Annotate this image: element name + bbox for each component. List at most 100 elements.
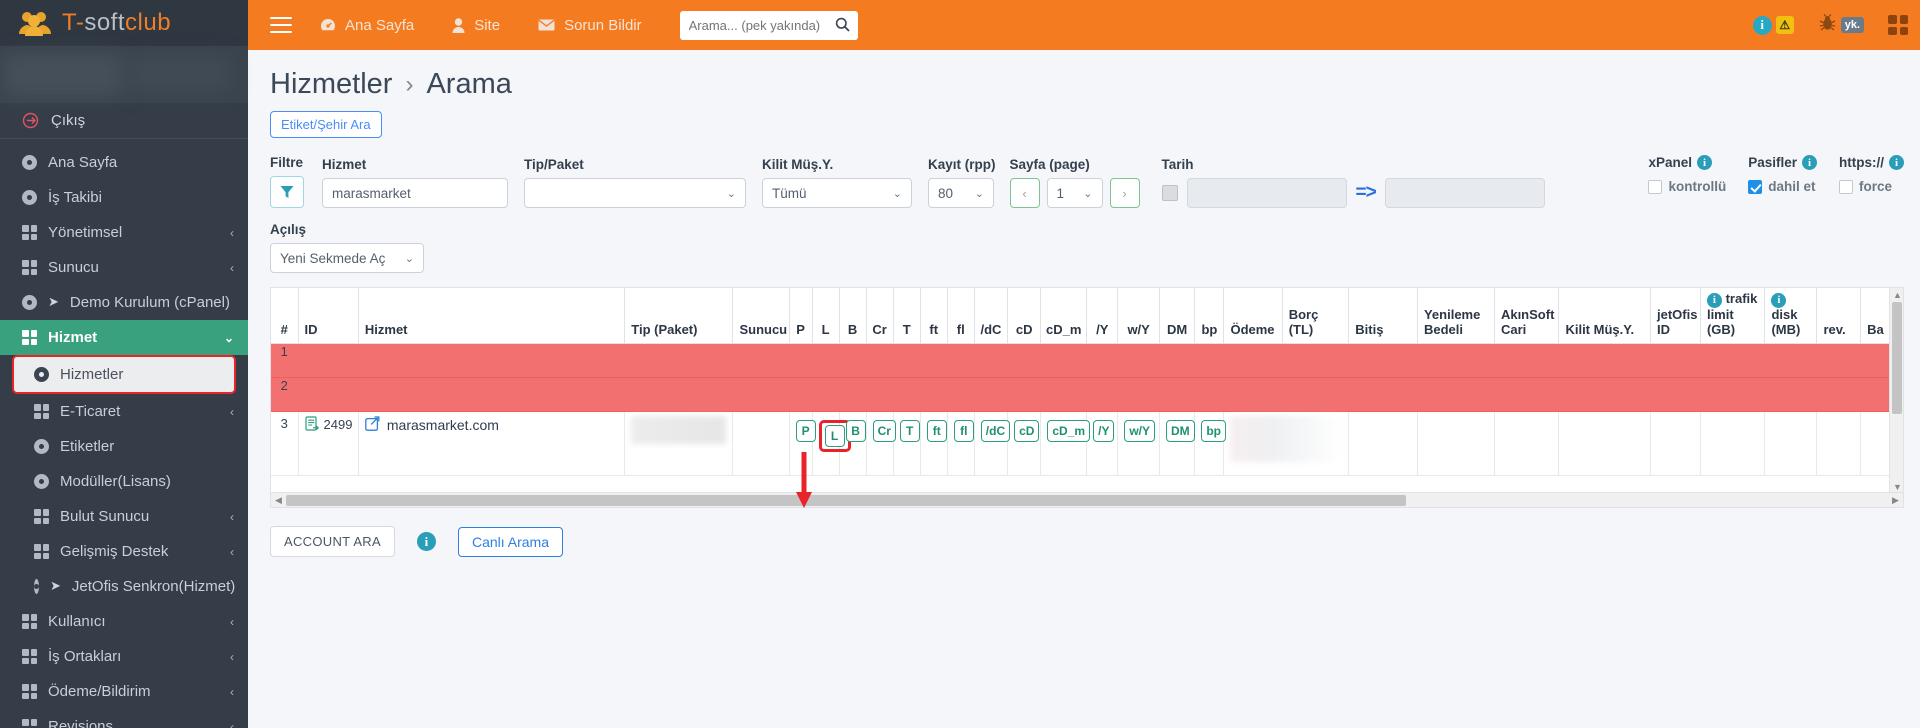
column-header[interactable]: Ödeme (1223, 288, 1283, 344)
acilis-select[interactable]: Yeni Sekmede Aç ⌄ (270, 243, 424, 273)
column-header[interactable]: bp (1194, 288, 1225, 344)
tag-button-Y[interactable]: /Y (1093, 419, 1115, 442)
row-tag-cell[interactable]: cD_m (1040, 411, 1091, 476)
yk-badge[interactable]: yk. (1840, 17, 1864, 33)
date-enable-checkbox[interactable] (1161, 185, 1178, 201)
tag-button-P[interactable]: P (795, 419, 816, 442)
column-header[interactable]: T (893, 288, 921, 344)
sidebar-item-etiketler[interactable]: Etiketler (0, 429, 248, 464)
sidebar-item-revisions[interactable]: Revisions ‹ (0, 709, 248, 728)
info-icon[interactable]: i (1889, 155, 1904, 170)
search-input[interactable] (679, 10, 858, 40)
vscroll-thumb[interactable] (1892, 302, 1902, 414)
checkbox[interactable] (1648, 179, 1663, 194)
column-header[interactable]: Bitiş (1348, 288, 1418, 344)
sidebar-item-i-ortaklar[interactable]: İş Ortakları ‹ (0, 639, 248, 674)
table-row[interactable]: 1 (271, 343, 1903, 378)
document-icon[interactable] (304, 416, 319, 434)
user-profile-block[interactable] (0, 45, 248, 103)
column-header[interactable]: B (839, 288, 867, 344)
sidebar-item-hizmet[interactable]: Hizmet ⌄ (0, 320, 248, 355)
scroll-left-icon[interactable]: ◀ (271, 495, 286, 506)
checkbox[interactable] (1839, 179, 1853, 194)
sidebar-item-bulut-sunucu[interactable]: Bulut Sunucu ‹ (0, 499, 248, 534)
kilit-select[interactable]: Tümü ⌄ (762, 178, 912, 208)
apps-grid-icon[interactable] (1888, 15, 1908, 35)
info-icon[interactable]: i (1706, 292, 1722, 308)
bug-icon[interactable] (1818, 13, 1837, 36)
page-select[interactable]: 1 ⌄ (1046, 178, 1103, 208)
tag-button-bp[interactable]: bp (1201, 419, 1226, 442)
info-icon[interactable]: i (1771, 292, 1787, 308)
row-tag-cell[interactable]: L (812, 411, 851, 476)
table-vertical-scrollbar[interactable]: ▲ ▼ (1889, 288, 1903, 492)
sidebar-item-demo-kurulum-cpanel[interactable]: ➤ Demo Kurulum (cPanel) (0, 285, 248, 320)
column-header[interactable]: fl (947, 288, 975, 344)
tag-button-T[interactable]: T (899, 419, 920, 442)
sidebar-item-jetofis-senkron-hizmet[interactable]: ➤ JetOfis Senkron(Hizmet) (0, 569, 248, 604)
column-header[interactable]: Yenileme Bedeli (1417, 288, 1495, 344)
hizmet-input[interactable]: marasmarket (322, 178, 508, 208)
topbar-link-ana-sayfa[interactable]: Ana Sayfa (320, 17, 414, 34)
live-search-button[interactable]: Canlı Arama (457, 526, 564, 557)
tag-button-B[interactable]: B (845, 419, 866, 442)
column-header[interactable]: w/Y (1117, 288, 1160, 344)
sidebar-item-kullan-c[interactable]: Kullanıcı ‹ (0, 604, 248, 639)
column-header[interactable]: L (812, 288, 840, 344)
date-from-input[interactable] (1186, 178, 1347, 208)
scroll-right-icon[interactable]: ▶ (1888, 495, 1903, 506)
option-checkbox-row[interactable]: force (1839, 179, 1892, 194)
tag-button-wY[interactable]: w/Y (1124, 419, 1156, 442)
row-tag-cell[interactable]: /Y (1086, 411, 1119, 476)
scroll-down-icon[interactable]: ▼ (1893, 482, 1902, 492)
date-to-input[interactable] (1384, 178, 1545, 208)
tag-button-fl[interactable]: fl (953, 419, 974, 442)
option-checkbox-row[interactable]: dahil et (1748, 179, 1815, 194)
search-icon[interactable] (835, 17, 850, 36)
tag-button-Cr[interactable]: Cr (872, 419, 896, 442)
sidebar-item-y-netimsel[interactable]: Yönetimsel ‹ (0, 215, 248, 250)
tag-button-dC[interactable]: /dC (980, 419, 1011, 442)
checkbox[interactable] (1748, 179, 1763, 194)
sidebar-item-sunucu[interactable]: Sunucu ‹ (0, 250, 248, 285)
topbar-link-sorun-bildir[interactable]: Sorun Bildir (538, 17, 642, 34)
column-header[interactable]: cD_m (1040, 288, 1088, 344)
tag-button-L[interactable]: L (824, 424, 845, 447)
info-icon[interactable]: i (1802, 155, 1817, 170)
page-prev-button[interactable]: ‹ (1009, 178, 1040, 208)
row-tag-cell[interactable]: DM (1159, 411, 1196, 476)
hamburger-icon[interactable] (270, 17, 292, 33)
kayit-select[interactable]: 80 ⌄ (928, 178, 994, 208)
column-header[interactable]: Kilit Müş.Y. (1558, 288, 1652, 344)
table-row[interactable]: 2 (271, 377, 1903, 412)
row-tag-cell[interactable]: ft (920, 411, 948, 476)
option-checkbox-row[interactable]: kontrollü (1648, 179, 1726, 194)
row-tag-cell[interactable]: w/Y (1117, 411, 1160, 476)
sidebar-item-deme-bildirim[interactable]: Ödeme/Bildirim ‹ (0, 674, 248, 709)
sidebar-item-geli-mi-destek[interactable]: Gelişmiş Destek ‹ (0, 534, 248, 569)
tag-button-DM[interactable]: DM (1165, 419, 1195, 442)
brand-logo-area[interactable]: T-softclub (0, 0, 248, 46)
column-header[interactable]: AkınSoft Cari (1494, 288, 1560, 344)
info-icon[interactable]: i (1697, 155, 1712, 170)
sidebar-item-i-takibi[interactable]: İş Takibi (0, 180, 248, 215)
tip-paket-select[interactable]: ⌄ (524, 178, 746, 208)
column-header[interactable]: ft (920, 288, 948, 344)
table-row[interactable]: 3 2499 marasmarket.com P L B Cr Tft fl/dC cD cD_m /… (271, 411, 1903, 476)
column-header[interactable]: Sunucu (732, 288, 790, 344)
row-tag-cell[interactable]: fl (947, 411, 975, 476)
page-next-button[interactable]: › (1109, 178, 1140, 208)
column-header[interactable]: rev. (1816, 288, 1862, 344)
column-header[interactable]: jetOfis ID (1650, 288, 1701, 344)
row-id-cell[interactable]: 2499 (298, 411, 359, 476)
column-header[interactable]: i disk (MB) (1764, 288, 1818, 344)
sidebar-item-e-ticaret[interactable]: E-Ticaret ‹ (0, 394, 248, 429)
column-header[interactable]: i trafik limit (GB) (1700, 288, 1766, 344)
tag-button-ft[interactable]: ft (926, 419, 947, 442)
tag-city-search-button[interactable]: Etiket/Şehir Ara (270, 111, 382, 138)
column-header[interactable]: # (271, 288, 299, 344)
column-header[interactable]: Hizmet (358, 288, 626, 344)
column-header[interactable]: Cr (866, 288, 894, 344)
scroll-up-icon[interactable]: ▲ (1893, 290, 1902, 300)
sidebar-item-hizmetler[interactable]: Hizmetler (12, 355, 236, 394)
